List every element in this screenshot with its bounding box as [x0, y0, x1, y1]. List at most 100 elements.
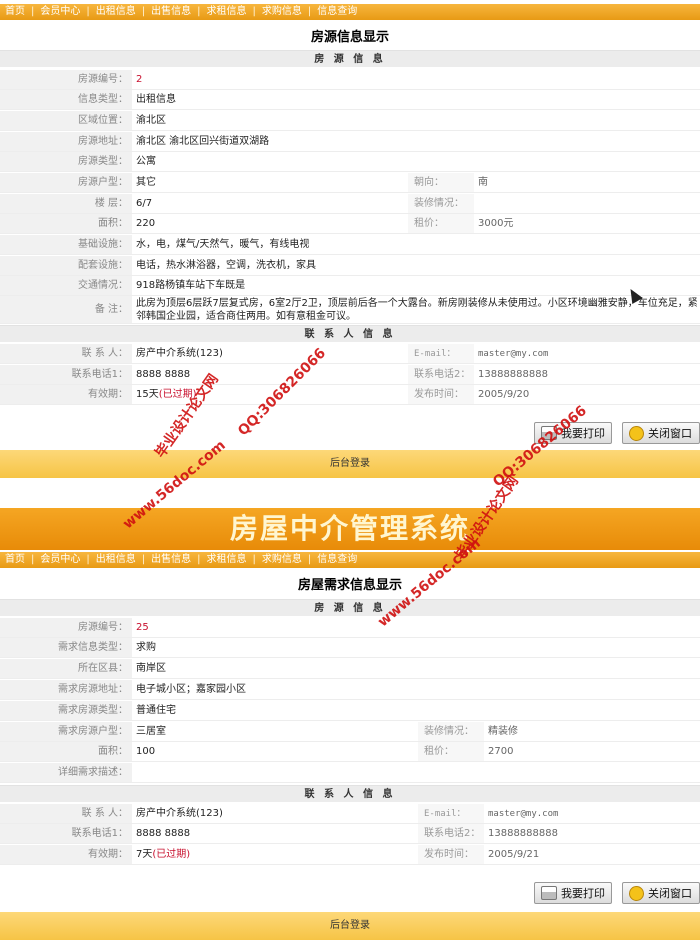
- field-value: 电话，热水淋浴器，空调，洗衣机，家具: [136, 260, 316, 271]
- field-label: 所在区县：: [0, 659, 132, 678]
- smiley-icon: [629, 425, 644, 441]
- bottom-nav-bar: 首页 | 会员中心 | 出租信息 | 出售信息 | 求租信息 | 求购信息 | 信息查询: [0, 552, 700, 568]
- info-row-remarks: 备 注： 此房为顶层6层跃7层复式房，6室2厅2卫，顶层前后各一个大露台。新房刚…: [0, 296, 700, 324]
- info-row: 联系电话1： 8888 8888 联系电话2： 13888888888: [0, 824, 700, 844]
- close-window-button[interactable]: 关闭窗口: [622, 422, 700, 444]
- top-nav-bar: 首页 | 会员中心 | 出租信息 | 出售信息 | 求租信息 | 求购信息 | 信息查询: [0, 4, 700, 20]
- field-label: 交通情况：: [0, 276, 132, 295]
- nav-want-rent[interactable]: 求租信息: [202, 4, 252, 20]
- field-label: 房源编号：: [0, 618, 132, 637]
- field-label: 信息类型：: [0, 90, 132, 109]
- divider-gap: [0, 478, 700, 508]
- field-label: 房源户型：: [0, 173, 132, 192]
- field-value: 8888 8888: [136, 369, 191, 380]
- field-label: 联系电话1：: [0, 824, 132, 843]
- field-value: master@my.com: [478, 349, 549, 359]
- field-value: 渝北区: [136, 115, 166, 126]
- field-value: 水，电，煤气/天然气，暖气，有线电视: [136, 239, 310, 250]
- info-row: 基础设施： 水，电，煤气/天然气，暖气，有线电视: [0, 235, 700, 255]
- field-value: 2700: [488, 746, 514, 757]
- field-value: master@my.com: [488, 809, 559, 819]
- field-label: 有效期：: [0, 385, 132, 404]
- field-label: 楼 层：: [0, 194, 132, 213]
- field-value: 8888 8888: [136, 828, 191, 839]
- field-label: 区域位置：: [0, 111, 132, 130]
- field-label: 房源编号：: [0, 70, 132, 89]
- field-label: 需求房源地址：: [0, 680, 132, 699]
- field-value: [474, 194, 700, 213]
- field-value: 此房为顶层6层跃7层复式房，6室2厅2卫，顶层前后各一个大露台。新房刚装修从未使…: [136, 298, 698, 322]
- info-row: 配套设施： 电话，热水淋浴器，空调，洗衣机，家具: [0, 256, 700, 276]
- field-value: 220: [136, 218, 156, 229]
- field-label: 联系电话1：: [0, 365, 132, 384]
- page-title: 房屋需求信息显示: [297, 578, 402, 593]
- field-value: 918路杨镇车站下车既是: [136, 280, 246, 291]
- field-label: 房源地址：: [0, 132, 132, 151]
- info-row: 有效期： 7天(已过期) 发布时间： 2005/9/21: [0, 845, 700, 865]
- nav-sell[interactable]: 出售信息: [146, 552, 196, 568]
- field-value: 普通住宅: [136, 705, 176, 716]
- field-value: 精装修: [488, 726, 518, 737]
- nav-search[interactable]: 信息查询: [312, 552, 362, 568]
- nav-want-buy[interactable]: 求购信息: [257, 4, 307, 20]
- nav-member-center[interactable]: 会员中心: [35, 4, 85, 20]
- close-button-label: 关闭窗口: [648, 887, 692, 900]
- printer-icon: [541, 886, 557, 900]
- field-value: 南岸区: [136, 663, 166, 674]
- field-label: 房源类型：: [0, 152, 132, 171]
- field-value: 三居室: [136, 726, 166, 737]
- field-value: 南: [478, 177, 488, 188]
- nav-home[interactable]: 首页: [0, 552, 30, 568]
- field-value: 100: [136, 746, 156, 757]
- print-button[interactable]: 我要打印: [534, 882, 612, 904]
- nav-rent-out[interactable]: 出租信息: [91, 4, 141, 20]
- info-row: 面积： 100 租价： 2700: [0, 742, 700, 762]
- close-window-button[interactable]: 关闭窗口: [622, 882, 700, 904]
- field-label: 面积：: [0, 214, 132, 233]
- page-title: 房源信息显示: [310, 30, 389, 45]
- info-row: 联 系 人： 房产中介系统(123) E-mail： master@my.com: [0, 344, 700, 364]
- nav-home[interactable]: 首页: [0, 4, 30, 20]
- info-row: 需求信息类型： 求购: [0, 638, 700, 658]
- nav-member-center[interactable]: 会员中心: [35, 552, 85, 568]
- field-label: 发布时间：: [418, 845, 484, 864]
- info-row: 房源编号： 2: [0, 70, 700, 90]
- field-label: 装修情况：: [408, 194, 474, 213]
- nav-want-rent[interactable]: 求租信息: [202, 552, 252, 568]
- field-label: 配套设施：: [0, 256, 132, 275]
- field-label: 联 系 人：: [0, 344, 132, 363]
- field-value: 求购: [136, 642, 156, 653]
- field-label: 联系电话2：: [418, 824, 484, 843]
- field-value: [132, 763, 700, 782]
- nav-sell[interactable]: 出售信息: [146, 4, 196, 20]
- field-value: 2005/9/20: [478, 389, 530, 400]
- field-value: 其它: [136, 177, 156, 188]
- field-value: 13888888888: [478, 369, 548, 380]
- info-row: 需求房源类型： 普通住宅: [0, 701, 700, 721]
- field-value: 7天(已过期): [132, 845, 418, 864]
- info-row: 区域位置： 渝北区: [0, 111, 700, 131]
- info-row: 面积： 220 租价： 3000元: [0, 214, 700, 234]
- field-value: 2: [136, 74, 143, 85]
- field-label: 联 系 人：: [0, 804, 132, 823]
- system-banner: 房屋中介管理系统: [0, 508, 700, 550]
- nav-search[interactable]: 信息查询: [312, 4, 362, 20]
- info-row: 房源编号： 25: [0, 618, 700, 638]
- field-label: 发布时间：: [408, 385, 474, 404]
- info-row: 有效期： 15天(已过期) 发布时间： 2005/9/20: [0, 385, 700, 405]
- nav-want-buy[interactable]: 求购信息: [257, 552, 307, 568]
- field-value: 渝北区 渝北区回兴街道双湖路: [136, 136, 270, 147]
- section-header-contact: 联 系 人 信 息: [0, 785, 700, 802]
- nav-rent-out[interactable]: 出租信息: [91, 552, 141, 568]
- info-row: 房源类型： 公寓: [0, 152, 700, 172]
- info-row: 详细需求描述：: [0, 763, 700, 783]
- info-row: 需求房源户型： 三居室 装修情况： 精装修: [0, 722, 700, 742]
- field-label: 租价：: [418, 742, 484, 761]
- field-label: E-mail：: [418, 804, 484, 823]
- field-label: 租价：: [408, 214, 474, 233]
- admin-login-link[interactable]: 后台登录: [330, 458, 370, 469]
- admin-login-link[interactable]: 后台登录: [330, 920, 370, 931]
- field-label: 基础设施：: [0, 235, 132, 254]
- field-label: 需求信息类型：: [0, 638, 132, 657]
- field-label: 装修情况：: [418, 722, 484, 741]
